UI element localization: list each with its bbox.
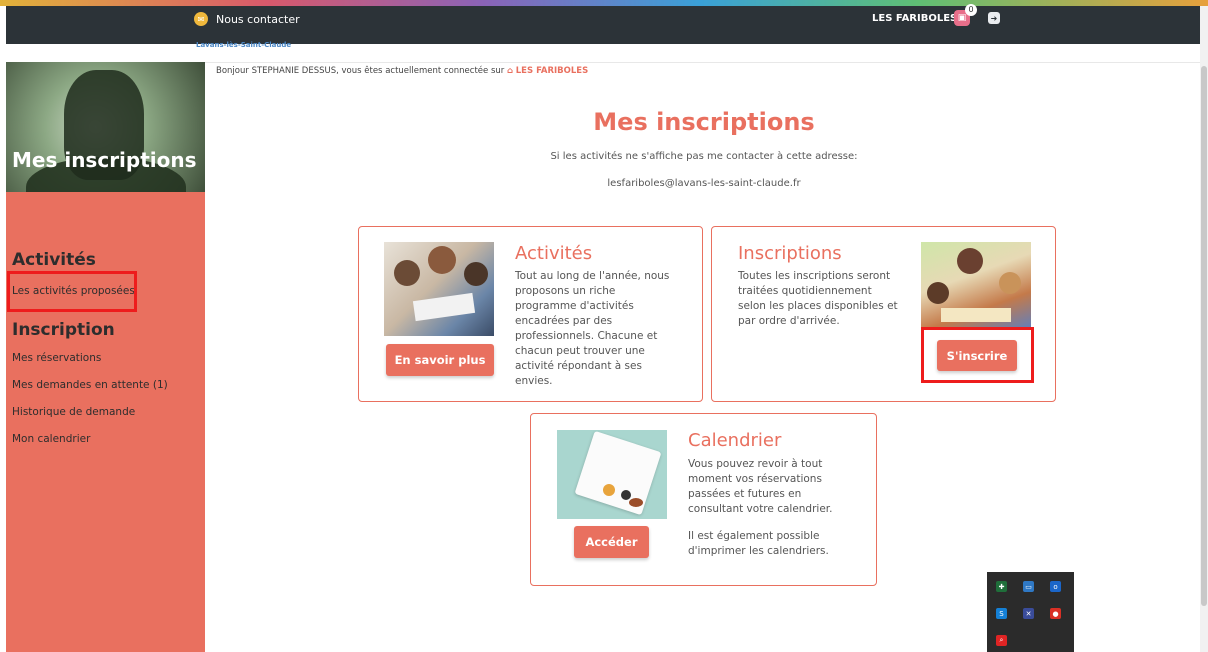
- card-calendrier-title: Calendrier: [688, 430, 782, 451]
- logout-icon: ➜: [990, 13, 998, 23]
- site-name-cut: Lavans-lès-Saint-Claude: [196, 41, 292, 49]
- outlook-icon[interactable]: o: [1050, 581, 1061, 592]
- acceder-button[interactable]: Accéder: [574, 526, 649, 558]
- highlight-box-activities: [7, 271, 137, 312]
- skype-icon[interactable]: S: [996, 608, 1007, 619]
- cart-icon: ▣: [957, 13, 967, 23]
- envelope-icon: ✉: [194, 12, 208, 26]
- record-icon[interactable]: ●: [1050, 608, 1061, 619]
- contact-label: Nous contacter: [216, 12, 300, 26]
- sidebar-item-demandes-attente[interactable]: Mes demandes en attente (1): [12, 379, 168, 391]
- sidebar-item-historique[interactable]: Historique de demande: [12, 406, 135, 418]
- contact-email: lesfariboles@lavans-les-saint-claude.fr: [607, 178, 801, 189]
- greeting-text: Bonjour STEPHANIE DESSUS, vous êtes actu…: [216, 66, 588, 76]
- calendrier-photo: [557, 430, 667, 519]
- under-navbar: Lavans-lès-Saint-Claude: [6, 41, 1200, 63]
- greeting-prefix: Bonjour STEPHANIE DESSUS, vous êtes actu…: [216, 66, 505, 76]
- monitor-icon[interactable]: ▭: [1023, 581, 1034, 592]
- cart-count-badge: 0: [965, 4, 977, 16]
- notice-text: Si les activités ne s'affiche pas me con…: [550, 151, 858, 162]
- en-savoir-plus-button[interactable]: En savoir plus: [386, 344, 494, 376]
- sidebar-title: Mes inscriptions: [12, 148, 197, 172]
- inscriptions-photo: [921, 242, 1031, 330]
- highlight-box-sinscrire: [921, 327, 1034, 383]
- activites-photo: [384, 242, 494, 336]
- page-scrollbar[interactable]: [1200, 6, 1208, 652]
- scrollbar-thumb[interactable]: [1201, 66, 1207, 606]
- card-activites-title: Activités: [515, 243, 593, 264]
- sidebar-section-activites: Activités: [12, 250, 96, 270]
- system-tray-popup: ✚ ▭ o S ✕ ● ⌕: [987, 572, 1074, 652]
- shield-icon[interactable]: ✚: [996, 581, 1007, 592]
- sidebar-item-reservations[interactable]: Mes réservations: [12, 352, 101, 364]
- sidebar-item-calendrier[interactable]: Mon calendrier: [12, 433, 90, 445]
- home-icon: ⌂: [506, 66, 514, 76]
- card-activites: Activités Tout au long de l'année, nous …: [358, 226, 703, 402]
- logout-button[interactable]: ➜: [988, 12, 1000, 24]
- card-calendrier: Calendrier Vous pouvez revoir à tout mom…: [530, 413, 877, 586]
- card-calendrier-text2: Il est également possible d'imprimer les…: [688, 530, 829, 557]
- search-app-icon[interactable]: ⌕: [996, 635, 1007, 646]
- card-inscriptions-title: Inscriptions: [738, 243, 842, 264]
- card-inscriptions-text: Toutes les inscriptions seront traitées …: [738, 270, 898, 327]
- card-calendrier-text1: Vous pouvez revoir à tout moment vos rés…: [688, 458, 833, 515]
- cart-button[interactable]: ▣ 0: [954, 4, 977, 26]
- contact-link[interactable]: ✉ Nous contacter: [194, 12, 300, 26]
- page-title: Mes inscriptions: [593, 108, 815, 136]
- app-icon[interactable]: ✕: [1023, 608, 1034, 619]
- card-activites-text: Tout au long de l'année, nous proposons …: [515, 270, 670, 387]
- sidebar-section-inscription: Inscription: [12, 320, 115, 340]
- top-navbar: [6, 6, 1200, 44]
- greeting-brand-link[interactable]: LES FARIBOLES: [516, 66, 588, 76]
- brand-link[interactable]: LES FARIBOLES: [872, 13, 957, 24]
